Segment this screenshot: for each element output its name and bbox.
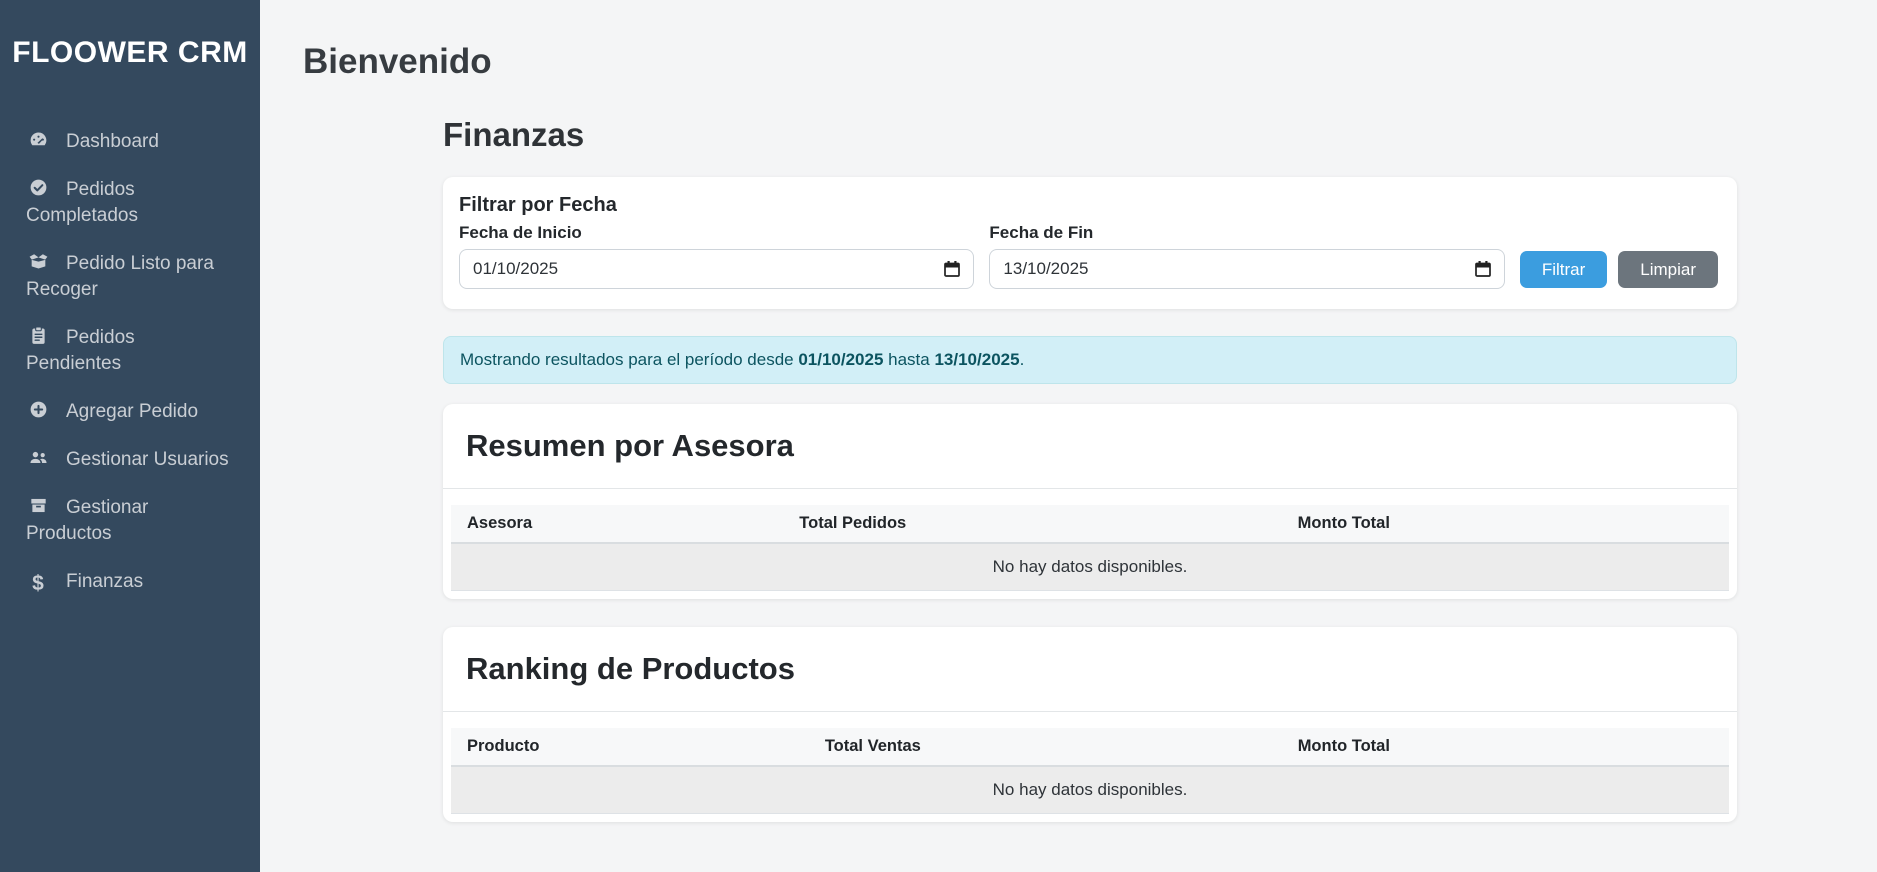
ranking-card-header: Ranking de Productos	[443, 627, 1737, 712]
filter-row: Fecha de Inicio Fecha de Fi	[459, 223, 1718, 289]
filter-button[interactable]: Filtrar	[1520, 251, 1607, 288]
clear-button[interactable]: Limpiar	[1618, 251, 1718, 288]
filter-title: Filtrar por Fecha	[459, 194, 1718, 217]
alert-text-prefix: Mostrando resultados para el período des…	[460, 350, 798, 369]
summary-col-monto-total: Monto Total	[1282, 505, 1729, 543]
ranking-card: Ranking de Productos Producto Total Vent…	[443, 627, 1737, 822]
box-open-icon	[26, 251, 50, 271]
section-title: Finanzas	[443, 116, 1737, 154]
users-icon	[26, 447, 50, 467]
ranking-table: Producto Total Ventas Monto Total No hay…	[451, 728, 1729, 814]
summary-empty-row: No hay datos disponibles.	[451, 543, 1729, 591]
sidebar-label: Agregar Pedido	[66, 401, 198, 422]
sidebar-item-gestionar-usuarios: Gestionar Usuarios	[0, 436, 260, 484]
brand-logo: FLOOWER CRM	[0, 0, 260, 70]
ranking-col-monto-total: Monto Total	[1282, 728, 1729, 766]
ranking-table-wrap: Producto Total Ventas Monto Total No hay…	[443, 712, 1737, 814]
calendar-icon[interactable]	[943, 260, 961, 278]
summary-card-header: Resumen por Asesora	[443, 404, 1737, 489]
alert-end-date: 13/10/2025	[934, 350, 1019, 369]
start-date-wrap	[459, 249, 974, 289]
ranking-empty-message: No hay datos disponibles.	[451, 766, 1729, 814]
sidebar-link-gestionar-productos[interactable]: Gestionar Productos	[0, 484, 260, 558]
alert-text-middle: hasta	[883, 350, 934, 369]
sidebar-label: Gestionar Usuarios	[66, 449, 229, 470]
sidebar-item-gestionar-productos: Gestionar Productos	[0, 484, 260, 558]
ranking-col-producto: Producto	[451, 728, 809, 766]
sidebar-item-dashboard: Dashboard	[0, 118, 260, 166]
summary-col-total-pedidos: Total Pedidos	[783, 505, 1281, 543]
summary-table: Asesora Total Pedidos Monto Total No hay…	[451, 505, 1729, 591]
sidebar-nav: Dashboard Pedidos Completados Pedido Lis…	[0, 118, 260, 606]
sidebar-item-finanzas: $ Finanzas	[0, 558, 260, 606]
start-date-label: Fecha de Inicio	[459, 223, 974, 243]
dashboard-icon	[26, 129, 50, 149]
end-date-field: Fecha de Fin	[989, 223, 1504, 289]
sidebar-link-pedidos-pendientes[interactable]: Pedidos Pendientes	[0, 314, 260, 388]
summary-table-header-row: Asesora Total Pedidos Monto Total	[451, 505, 1729, 543]
page-title: Bienvenido	[303, 42, 1877, 82]
sidebar-link-pedido-listo[interactable]: Pedido Listo para Recoger	[0, 240, 260, 314]
check-circle-icon	[26, 177, 50, 197]
start-date-input[interactable]	[459, 249, 974, 289]
summary-col-asesora: Asesora	[451, 505, 783, 543]
sidebar-label: Dashboard	[66, 131, 159, 152]
sidebar-link-pedidos-completados[interactable]: Pedidos Completados	[0, 166, 260, 240]
alert-text-suffix: .	[1020, 350, 1025, 369]
end-date-label: Fecha de Fin	[989, 223, 1504, 243]
sidebar-link-finanzas[interactable]: $ Finanzas	[0, 558, 260, 606]
summary-card-title: Resumen por Asesora	[466, 428, 1714, 464]
app-window: FLOOWER CRM Dashboard Pedidos Completado…	[0, 0, 1877, 872]
summary-empty-message: No hay datos disponibles.	[451, 543, 1729, 591]
box-icon	[26, 495, 50, 515]
summary-card: Resumen por Asesora Asesora Total Pedido…	[443, 404, 1737, 599]
summary-table-wrap: Asesora Total Pedidos Monto Total No hay…	[443, 489, 1737, 591]
sidebar-link-agregar-pedido[interactable]: Agregar Pedido	[0, 388, 260, 436]
sidebar-link-dashboard[interactable]: Dashboard	[0, 118, 260, 166]
results-alert: Mostrando resultados para el período des…	[443, 336, 1737, 384]
ranking-empty-row: No hay datos disponibles.	[451, 766, 1729, 814]
sidebar-item-pedidos-completados: Pedidos Completados	[0, 166, 260, 240]
finanzas-section: Finanzas Filtrar por Fecha Fecha de Inic…	[443, 116, 1737, 822]
dollar-icon: $	[26, 571, 50, 591]
ranking-table-header-row: Producto Total Ventas Monto Total	[451, 728, 1729, 766]
plus-circle-icon	[26, 399, 50, 419]
sidebar-label: Pedido Listo para Recoger	[26, 253, 214, 300]
start-date-field: Fecha de Inicio	[459, 223, 974, 289]
alert-start-date: 01/10/2025	[798, 350, 883, 369]
ranking-col-total-ventas: Total Ventas	[809, 728, 1282, 766]
sidebar-item-pedidos-pendientes: Pedidos Pendientes	[0, 314, 260, 388]
sidebar-item-agregar-pedido: Agregar Pedido	[0, 388, 260, 436]
filter-card: Filtrar por Fecha Fecha de Inicio	[443, 177, 1737, 309]
sidebar-link-gestionar-usuarios[interactable]: Gestionar Usuarios	[0, 436, 260, 484]
sidebar-label: Finanzas	[66, 571, 143, 592]
clipboard-icon	[26, 325, 50, 345]
sidebar: FLOOWER CRM Dashboard Pedidos Completado…	[0, 0, 260, 872]
main-content: Bienvenido Finanzas Filtrar por Fecha Fe…	[260, 0, 1877, 872]
end-date-input[interactable]	[989, 249, 1504, 289]
calendar-icon[interactable]	[1474, 260, 1492, 278]
ranking-card-title: Ranking de Productos	[466, 651, 1714, 687]
end-date-wrap	[989, 249, 1504, 289]
sidebar-item-pedido-listo: Pedido Listo para Recoger	[0, 240, 260, 314]
